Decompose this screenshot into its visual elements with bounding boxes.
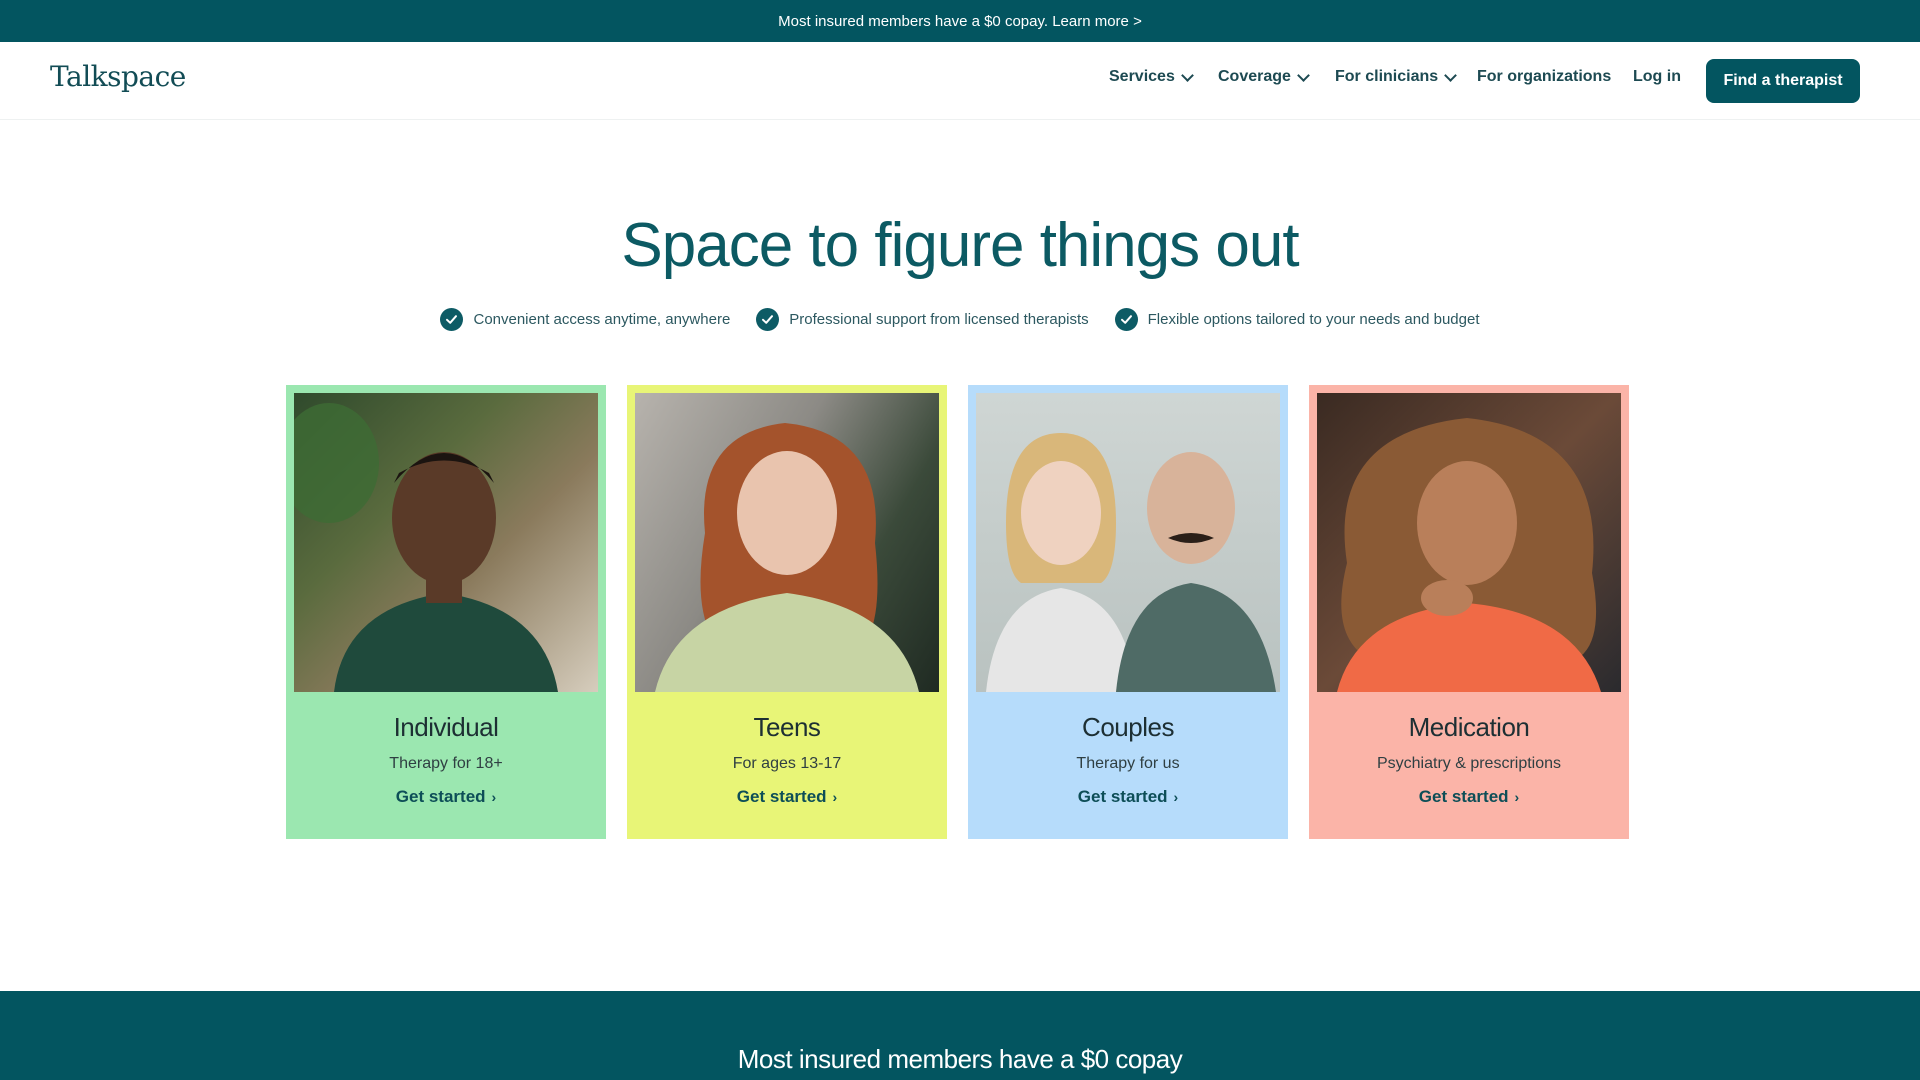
nav-for-organizations-label: For organizations xyxy=(1477,68,1612,85)
individual-photo xyxy=(294,393,598,692)
chevron-right-icon: › xyxy=(491,789,497,805)
chevron-right-icon: › xyxy=(832,789,838,805)
check-circle-icon xyxy=(1114,308,1138,331)
announcement-bar: Most insured members have a $0 copay. Le… xyxy=(0,0,1920,42)
teens-photo xyxy=(635,393,939,692)
card-title: Medication xyxy=(1408,712,1530,742)
get-started-label: Get started xyxy=(1077,787,1168,806)
chevron-down-icon xyxy=(1180,68,1194,82)
card-medication[interactable]: Medication Psychiatry & prescriptions Ge… xyxy=(1309,385,1629,839)
chevron-right-icon: › xyxy=(1514,789,1520,805)
card-teens[interactable]: Teens For ages 13-17 Get started › xyxy=(627,385,947,839)
nav-for-clinicians-label: For clinicians xyxy=(1335,68,1439,85)
card-title: Couples xyxy=(1082,712,1174,742)
nav-log-in-label: Log in xyxy=(1633,68,1681,85)
copay-banner: Most insured members have a $0 copay xyxy=(0,991,1920,1080)
check-circle-icon xyxy=(756,308,780,331)
nav-services-label: Services xyxy=(1109,68,1175,85)
card-subtitle: For ages 13-17 xyxy=(732,755,842,772)
couples-photo xyxy=(976,393,1280,692)
get-started-label: Get started xyxy=(395,787,486,806)
nav-for-clinicians[interactable]: For clinicians xyxy=(1335,68,1458,86)
chevron-down-icon xyxy=(1297,68,1310,82)
nav-services[interactable]: Services xyxy=(1109,68,1194,86)
feature-text: Professional support from licensed thera… xyxy=(789,311,1089,328)
card-subtitle: Therapy for us xyxy=(1076,755,1180,772)
feature-text: Flexible options tailored to your needs … xyxy=(1147,311,1480,328)
get-started-link[interactable]: Get started › xyxy=(1419,787,1519,807)
find-therapist-button[interactable]: Find a therapist xyxy=(1706,59,1860,103)
feature-item: Flexible options tailored to your needs … xyxy=(1114,308,1480,331)
card-title: Teens xyxy=(753,712,821,742)
feature-list: Convenient access anytime, anywhere Prof… xyxy=(0,308,1920,331)
chevron-down-icon xyxy=(1444,68,1458,82)
service-cards: Individual Therapy for 18+ Get started › … xyxy=(286,385,1629,839)
nav-for-organizations[interactable]: For organizations xyxy=(1477,68,1611,86)
announcement-link[interactable]: Most insured members have a $0 copay. Le… xyxy=(778,13,1142,30)
hero-title: Space to figure things out xyxy=(621,211,1299,280)
get-started-label: Get started xyxy=(1418,787,1509,806)
nav-log-in[interactable]: Log in xyxy=(1633,68,1681,86)
get-started-label: Get started xyxy=(736,787,827,806)
card-subtitle: Psychiatry & prescriptions xyxy=(1376,755,1562,772)
get-started-link[interactable]: Get started › xyxy=(1078,787,1178,807)
check-circle-icon xyxy=(440,308,464,331)
card-subtitle: Therapy for 18+ xyxy=(389,755,503,772)
card-title: Individual xyxy=(393,712,499,742)
nav-coverage-label: Coverage xyxy=(1218,68,1291,85)
copay-banner-title: Most insured members have a $0 copay xyxy=(737,1044,1183,1074)
card-couples[interactable]: Couples Therapy for us Get started › xyxy=(968,385,1288,839)
nav-coverage[interactable]: Coverage xyxy=(1218,68,1310,86)
get-started-link[interactable]: Get started › xyxy=(396,787,496,807)
talkspace-logo[interactable]: Talkspace xyxy=(50,60,186,93)
medication-photo xyxy=(1317,393,1621,692)
feature-item: Convenient access anytime, anywhere xyxy=(440,308,730,331)
main-nav: Talkspace Services Coverage For clinicia… xyxy=(0,42,1920,120)
feature-text: Convenient access anytime, anywhere xyxy=(473,311,731,328)
chevron-right-icon: › xyxy=(1173,789,1179,805)
card-individual[interactable]: Individual Therapy for 18+ Get started › xyxy=(286,385,606,839)
feature-item: Professional support from licensed thera… xyxy=(756,308,1089,331)
get-started-link[interactable]: Get started › xyxy=(737,787,837,807)
